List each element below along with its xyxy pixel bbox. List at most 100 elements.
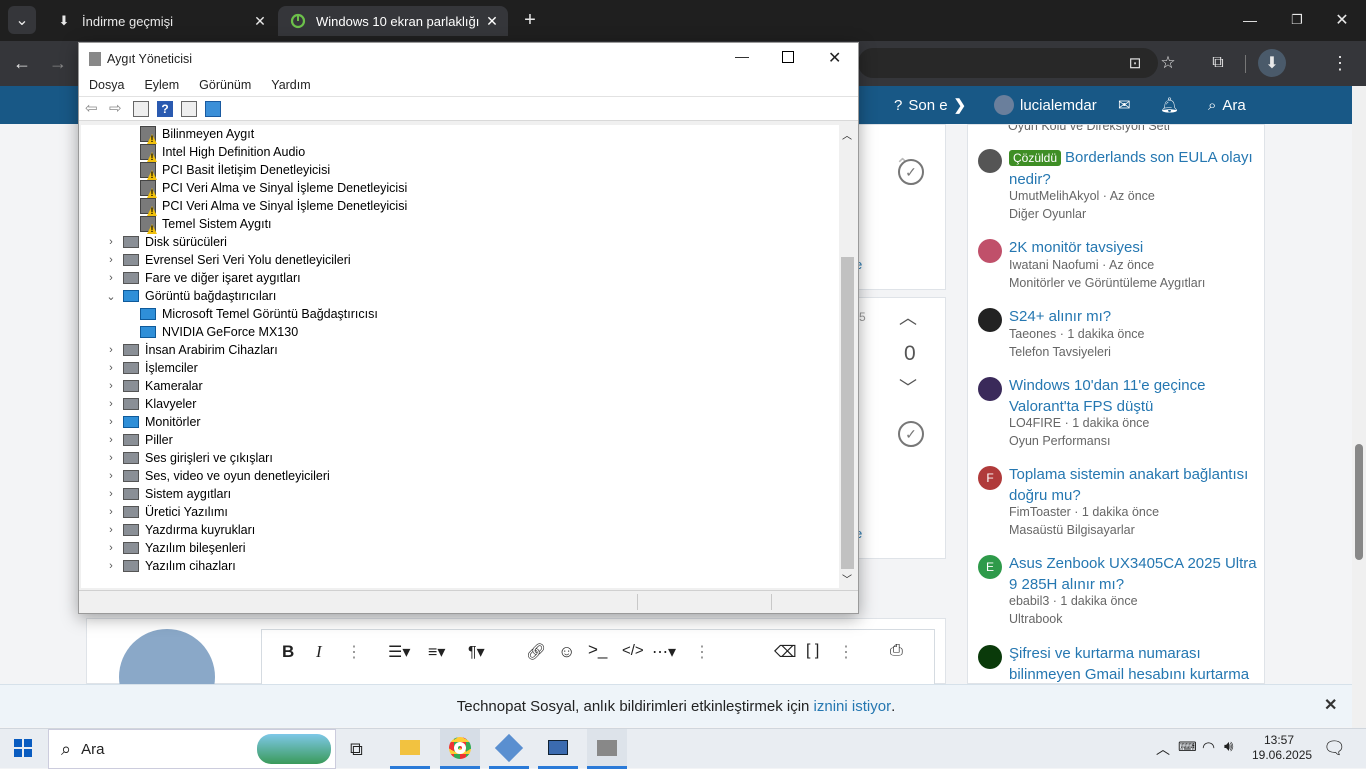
tab-download-history[interactable]: ⬇ İndirme geçmişi ✕ (44, 6, 276, 36)
tab-search-button[interactable]: ⌄ (8, 6, 36, 34)
permission-link[interactable]: iznini istiyor (814, 698, 892, 715)
tree-row[interactable]: PCI Veri Alma ve Sinyal İşleme Denetleyi… (140, 179, 407, 197)
tree-row[interactable]: › Monitörler (105, 413, 200, 431)
forum-name[interactable]: Diğer Oyunlar (1009, 207, 1086, 221)
tree-row[interactable]: › Fare ve diğer işaret aygıtları (105, 269, 300, 287)
check-solution-icon[interactable]: ✓ (898, 159, 924, 185)
close-window-button[interactable]: ✕ (1328, 6, 1356, 34)
list-item[interactable]: Çözüldü Borderlands son EULA olayı nedir?… (978, 147, 1263, 227)
help-icon[interactable]: ? (157, 100, 173, 117)
tree-row[interactable]: › Yazılım cihazları (105, 557, 236, 575)
tree-row[interactable]: › Ses, video ve oyun denetleyicileri (105, 467, 330, 485)
list-item[interactable]: F Toplama sistemin anakart bağlantısı do… (978, 464, 1263, 544)
list-item[interactable]: E Asus Zenbook UX3405CA 2025 Ultra 9 285… (978, 553, 1263, 633)
properties-icon[interactable] (133, 100, 149, 117)
eraser-icon[interactable]: ⌫ (774, 642, 797, 662)
tree-row[interactable]: › Klavyeler (105, 395, 196, 413)
scrollbar-thumb[interactable] (1355, 444, 1363, 560)
window-titlebar[interactable]: Aygıt Yöneticisi — ✕ (79, 43, 858, 74)
chevron-right-icon[interactable]: › (105, 359, 117, 377)
volume-icon[interactable]: 🔊︎ (1224, 738, 1233, 755)
search-link[interactable]: ⌕ Ara (1208, 86, 1246, 124)
more-options-icon[interactable]: ⋯▾ (652, 642, 676, 662)
chevron-right-icon[interactable]: › (105, 431, 117, 449)
list-item[interactable]: Şifresi ve kurtarma numarası bilinmeyen … (978, 643, 1263, 683)
chevron-right-icon[interactable]: › (105, 503, 117, 521)
bbcode-icon[interactable]: [ ] (806, 642, 819, 660)
tree-row[interactable]: Temel Sistem Aygıtı (140, 215, 272, 233)
new-tab-button[interactable]: + (516, 6, 544, 34)
thread-title[interactable]: Toplama sistemin anakart bağlantısı doğr… (1009, 464, 1259, 506)
tree-row[interactable]: › Yazılım bileşenleri (105, 539, 245, 557)
tab-active-article[interactable]: Windows 10 ekran parlaklığı kıs ✕ (278, 6, 508, 36)
extensions-icon[interactable]: ⧉ (1204, 49, 1232, 77)
minimize-button[interactable]: — (735, 48, 749, 64)
tree-row[interactable]: › Sistem aygıtları (105, 485, 231, 503)
upvote-icon[interactable]: ︿ (899, 304, 917, 330)
install-app-icon[interactable]: ⊡ (1121, 49, 1149, 77)
tree-row[interactable]: PCI Veri Alma ve Sinyal İşleme Denetleyi… (140, 197, 407, 215)
chevron-right-icon[interactable]: › (105, 251, 117, 269)
menu-view[interactable]: Görünüm (189, 78, 261, 92)
tree-row[interactable]: › İnsan Arabirim Cihazları (105, 341, 278, 359)
maximize-button[interactable] (782, 51, 794, 63)
list-icon[interactable]: ☰▾ (388, 642, 410, 662)
view-icon[interactable] (181, 100, 197, 117)
link-icon[interactable]: 🔗︎ (526, 642, 546, 662)
windows-start-icon[interactable] (14, 739, 32, 757)
tree-row[interactable]: › Kameralar (105, 377, 203, 395)
display-settings-icon[interactable] (538, 729, 578, 769)
thread-title[interactable]: 2K monitör tavsiyesi (1009, 237, 1259, 258)
bookmark-star-icon[interactable]: ☆ (1154, 49, 1182, 77)
smiley-icon[interactable]: ☺ (558, 642, 575, 662)
tree-row[interactable]: Microsoft Temel Görüntü Bağdaştırıcısı (140, 305, 378, 323)
restore-button[interactable]: ❐ (1283, 6, 1311, 34)
thread-title[interactable]: Şifresi ve kurtarma numarası bilinmeyen … (1009, 643, 1259, 683)
italic-icon[interactable]: I (316, 642, 322, 662)
more-vertical-icon[interactable]: ⋮ (694, 642, 710, 662)
tree-row[interactable]: › Piller (105, 431, 173, 449)
paragraph-icon[interactable]: ¶▾ (468, 642, 485, 662)
downvote-icon[interactable]: ﹀ (899, 374, 917, 400)
preview-icon[interactable]: ⎙ (890, 642, 903, 660)
chevron-down-icon[interactable]: ⌄ (105, 287, 117, 305)
code-inline-icon[interactable]: >_ (588, 640, 607, 660)
list-item[interactable]: 2K monitör tavsiyesi Iwatani Naofumi · A… (978, 237, 1263, 307)
chevron-right-icon[interactable]: › (105, 341, 117, 359)
chevron-up-icon[interactable]: ︿ (1156, 739, 1170, 759)
tree-row[interactable]: › İşlemciler (105, 359, 198, 377)
forum-name[interactable]: Ultrabook (1009, 612, 1063, 626)
scroll-down-icon[interactable]: ﹀ (842, 571, 852, 586)
page-scrollbar[interactable] (1352, 86, 1366, 728)
tree-scrollbar[interactable]: ︿ ﹀ (839, 125, 856, 588)
forum-name[interactable]: Monitörler ve Görüntüleme Aygıtları (1009, 276, 1205, 290)
menu-icon[interactable]: ⋮ (1326, 49, 1354, 77)
chevron-right-icon[interactable]: › (105, 233, 117, 251)
tree-row[interactable]: › Ses girişleri ve çıkışları (105, 449, 273, 467)
menu-file[interactable]: Dosya (79, 78, 134, 92)
scroll-up-icon[interactable]: ︿ (842, 127, 852, 142)
notification-center-icon[interactable]: 🗨︎ (1323, 738, 1346, 759)
file-explorer-icon[interactable] (390, 729, 430, 769)
minimize-button[interactable]: — (1236, 6, 1264, 34)
close-button[interactable]: ✕ (828, 48, 841, 68)
align-icon[interactable]: ≡▾ (428, 642, 445, 662)
back-arrow-icon[interactable]: ⇦ (85, 100, 101, 117)
more-vertical-icon[interactable]: ⋮ (838, 642, 854, 662)
chevron-right-icon[interactable]: › (105, 413, 117, 431)
downloads-icon[interactable]: ⬇ (1258, 49, 1286, 77)
clock[interactable]: 13:57 19.06.2025 (1252, 733, 1312, 763)
device-tree[interactable]: Bilinmeyen Aygıt Intel High Definition Au… (81, 125, 839, 588)
menu-help[interactable]: Yardım (261, 78, 320, 92)
forum-name[interactable]: Oyun Performansı (1009, 434, 1110, 448)
chevron-right-icon[interactable]: › (105, 557, 117, 575)
task-view-icon[interactable]: ⧉ (350, 739, 363, 760)
tree-row[interactable]: › Üretici Yazılımı (105, 503, 228, 521)
back-button[interactable]: ← (8, 49, 36, 77)
tree-row[interactable]: PCI Basit İletişim Denetleyicisi (140, 161, 330, 179)
wifi-icon[interactable]: ◠ (1202, 738, 1215, 756)
thread-title[interactable]: Windows 10'dan 11'e geçince Valorant'ta … (1009, 375, 1259, 417)
tree-row[interactable]: › Evrensel Seri Veri Yolu denetleyicileri (105, 251, 351, 269)
tree-row[interactable]: Intel High Definition Audio (140, 143, 305, 161)
scan-hardware-icon[interactable] (205, 100, 221, 117)
